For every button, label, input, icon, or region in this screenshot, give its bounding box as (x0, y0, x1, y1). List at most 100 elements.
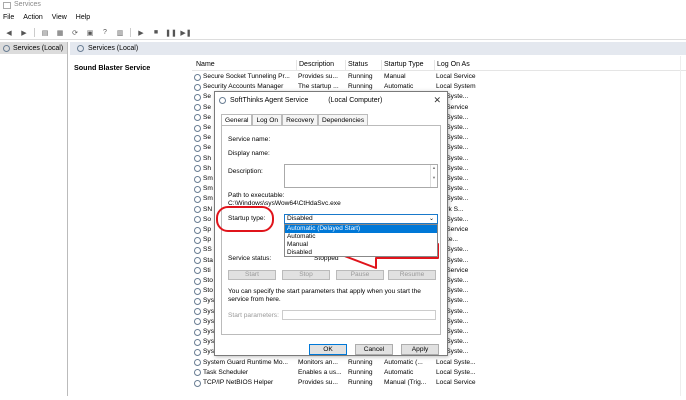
column-header-startup-type[interactable]: Startup Type (381, 60, 424, 70)
status-cell: Running (348, 368, 373, 376)
service-name-label: Service name: (228, 136, 271, 143)
log-on-as-cell: Local Syste... (436, 358, 476, 366)
service-name-cell: Task Scheduler (194, 368, 296, 378)
window-titlebar: Services (0, 0, 686, 11)
cancel-button[interactable]: Cancel (355, 344, 393, 355)
back-icon[interactable]: ◀ (4, 28, 14, 37)
start-parameters-input[interactable] (282, 310, 436, 320)
tab-recovery[interactable]: Recovery (282, 114, 318, 125)
service-name-text: SN (203, 205, 213, 213)
properties-icon[interactable]: ▦ (55, 28, 65, 37)
close-icon[interactable]: ✕ (433, 95, 441, 106)
menu-file[interactable]: File (3, 12, 14, 24)
console-tree: Services (Local) (0, 42, 68, 396)
log-on-as-cell: Local Syste... (436, 368, 476, 376)
help-text: You can specify the start parameters tha… (228, 288, 421, 303)
gear-icon (194, 165, 201, 173)
service-name-text: System Guard Runtime Mo... (203, 358, 289, 366)
forward-icon[interactable]: ▶ (19, 28, 29, 37)
service-name-text: Sys (203, 338, 214, 346)
menu-action[interactable]: Action (23, 12, 42, 24)
column-header-description[interactable]: Description (296, 60, 334, 70)
gear-icon (194, 104, 201, 112)
table-row[interactable]: System Guard Runtime Mo... Monitors an...… (192, 358, 686, 368)
tab-dependencies[interactable]: Dependencies (317, 114, 369, 125)
dialog-title-suffix: (Local Computer) (328, 97, 383, 104)
service-name-text: Sp (203, 236, 212, 244)
startup-type-value: Disabled (287, 215, 313, 222)
toolbar: ◀ ▶ ▤ ▦ ⟳ ▣ ? ▥ ▶ ■ ❚❚ ▶❚ (0, 26, 686, 40)
gear-icon (194, 73, 201, 81)
stop-service-icon[interactable]: ■ (151, 28, 161, 37)
export-list-icon[interactable]: ▣ (85, 28, 95, 37)
selected-service-title: Sound Blaster Service (74, 63, 151, 72)
option-automatic-delayed[interactable]: Automatic (Delayed Start) (285, 225, 437, 233)
service-name-text: Se (203, 113, 212, 121)
service-name-text: Sys (203, 317, 214, 325)
service-name-text: So (203, 215, 212, 223)
column-header-name[interactable]: Name (196, 61, 215, 68)
gear-icon (194, 348, 201, 356)
service-name-text: Se (203, 124, 212, 131)
gear-icon (194, 318, 201, 326)
show-hide-tree-icon[interactable]: ▤ (40, 28, 50, 37)
view-icon[interactable]: ▥ (115, 28, 125, 37)
stop-button[interactable]: Stop (282, 270, 330, 280)
description-field[interactable]: ▲ ▼ (284, 164, 438, 188)
service-name-text: Sto (203, 277, 213, 284)
menu-help[interactable]: Help (76, 12, 90, 24)
option-automatic[interactable]: Automatic (285, 233, 437, 241)
refresh-icon[interactable]: ⟳ (70, 28, 80, 37)
option-manual[interactable]: Manual (285, 241, 437, 249)
start-service-icon[interactable]: ▶ (136, 28, 146, 37)
description-scrollbar[interactable]: ▲ ▼ (430, 165, 437, 187)
startup-type-cell: Manual (Trig... (384, 379, 427, 386)
gear-icon (194, 93, 201, 101)
tab-log-on[interactable]: Log On (252, 114, 283, 125)
gear-icon (194, 369, 201, 377)
service-name-text: Sti (203, 266, 211, 274)
table-row[interactable]: TCP/IP NetBIOS Helper Provides su... Runni… (192, 378, 686, 388)
log-on-as-cell: Local Service (436, 73, 476, 80)
service-status-label: Service status: (228, 255, 272, 262)
dialog-tabs: General Log On Recovery Dependencies (221, 114, 369, 125)
dialog-title: SoftThinks Agent Service (230, 97, 309, 104)
column-header-log-on-as[interactable]: Log On As (434, 60, 470, 70)
service-name-cell: System Guard Runtime Mo... (194, 358, 296, 368)
menu-view[interactable]: View (52, 12, 67, 24)
chevron-down-icon: ⌄ (428, 216, 434, 222)
gear-icon (194, 226, 201, 234)
startup-type-dropdown[interactable]: Disabled ⌄ (284, 214, 438, 224)
apply-button[interactable]: Apply (401, 344, 439, 355)
start-button[interactable]: Start (228, 270, 276, 280)
resume-button[interactable]: Resume (388, 270, 436, 280)
startup-type-cell: Automatic (... (384, 358, 423, 366)
column-header-status[interactable]: Status (345, 60, 368, 70)
service-name-text: Sm (203, 185, 213, 193)
pause-service-icon[interactable]: ❚❚ (165, 28, 177, 37)
ok-button[interactable]: OK (309, 344, 347, 355)
table-scrollbar[interactable] (680, 56, 686, 396)
gear-icon (194, 175, 201, 183)
table-row[interactable]: Task Scheduler Enables a us... Running Auto… (192, 368, 686, 378)
gear-icon (194, 287, 201, 295)
pause-button[interactable]: Pause (336, 270, 384, 280)
option-disabled[interactable]: Disabled (285, 249, 437, 257)
tab-general[interactable]: General (221, 114, 253, 125)
gear-icon (194, 185, 201, 193)
gear-icon (194, 124, 201, 132)
gear-icon (194, 216, 201, 224)
help-icon[interactable]: ? (100, 28, 110, 37)
gear-icon (3, 44, 10, 52)
tree-item-services-local[interactable]: Services (Local) (0, 42, 67, 54)
start-parameters-label: Start parameters: (228, 312, 279, 319)
log-on-as-cell: Local Service (436, 379, 476, 386)
description-cell: Enables a us... (298, 368, 342, 376)
gear-icon (77, 45, 84, 52)
restart-service-icon[interactable]: ▶❚ (180, 28, 191, 37)
table-row[interactable]: Secure Socket Tunneling Pr... Provides su… (192, 72, 686, 82)
service-name-text: Se (203, 144, 212, 152)
service-name-text: TCP/IP NetBIOS Helper (203, 379, 274, 386)
gear-icon (194, 308, 201, 316)
service-name-text: Task Scheduler (203, 368, 249, 376)
